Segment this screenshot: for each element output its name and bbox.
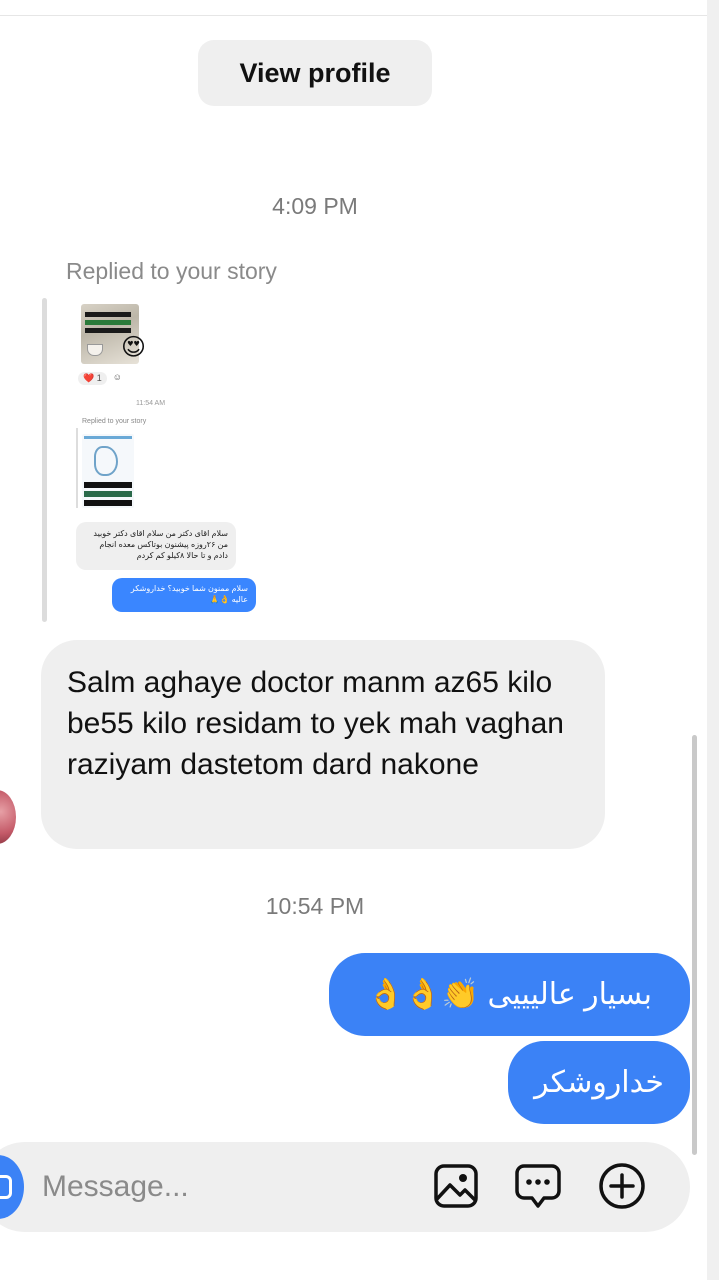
story-reactions: ❤️ 1 ☺ bbox=[78, 372, 122, 385]
story-reply-label: Replied to your story bbox=[66, 258, 277, 284]
story-preview-replied-label: Replied to your story bbox=[82, 418, 147, 425]
plus-icon bbox=[599, 1163, 645, 1209]
camera-icon bbox=[0, 1175, 12, 1199]
reply-indicator-bar bbox=[42, 298, 47, 622]
gallery-icon bbox=[434, 1164, 478, 1208]
add-reaction-icon: ☺ bbox=[112, 372, 122, 382]
story-preview-reply-bar bbox=[76, 428, 78, 508]
reaction-count: 1 bbox=[96, 373, 102, 383]
received-message-bubble[interactable]: Salm aghaye doctor manm az65 kilo be55 k… bbox=[41, 640, 605, 849]
sticker-button[interactable] bbox=[514, 1162, 562, 1210]
timestamp: 10:54 PM bbox=[265, 893, 365, 919]
right-edge bbox=[707, 0, 719, 1280]
add-button[interactable] bbox=[598, 1162, 646, 1210]
message-input[interactable] bbox=[42, 1166, 402, 1208]
story-preview[interactable]: 😍 ❤️ 1 ☺ 11:54 AM Replied to your story … bbox=[66, 296, 266, 621]
story-preview-sent-bubble: سلام ممنون شما خوبید؟ خداروشکر عالیه 👌🙏 bbox=[112, 578, 256, 612]
scrollbar[interactable] bbox=[692, 735, 697, 1155]
story-image-2 bbox=[82, 434, 134, 508]
top-divider bbox=[0, 15, 719, 16]
story-preview-received-bubble: سلام اقای دکتر من سلام اقای دکتر خوبید م… bbox=[76, 522, 236, 570]
heart-eyes-emoji-icon: 😍 bbox=[121, 334, 147, 361]
timestamp: 4:09 PM bbox=[272, 193, 358, 219]
story-preview-time: 11:54 AM bbox=[136, 400, 166, 407]
avatar[interactable] bbox=[0, 790, 16, 844]
view-profile-button[interactable]: View profile bbox=[198, 40, 432, 106]
sticker-icon bbox=[515, 1164, 561, 1208]
sent-message-bubble[interactable]: خداروشکر bbox=[508, 1041, 690, 1124]
sent-message-bubble[interactable]: بسیار عالیییی 👏👌👌 bbox=[329, 953, 690, 1036]
gallery-button[interactable] bbox=[432, 1162, 480, 1210]
